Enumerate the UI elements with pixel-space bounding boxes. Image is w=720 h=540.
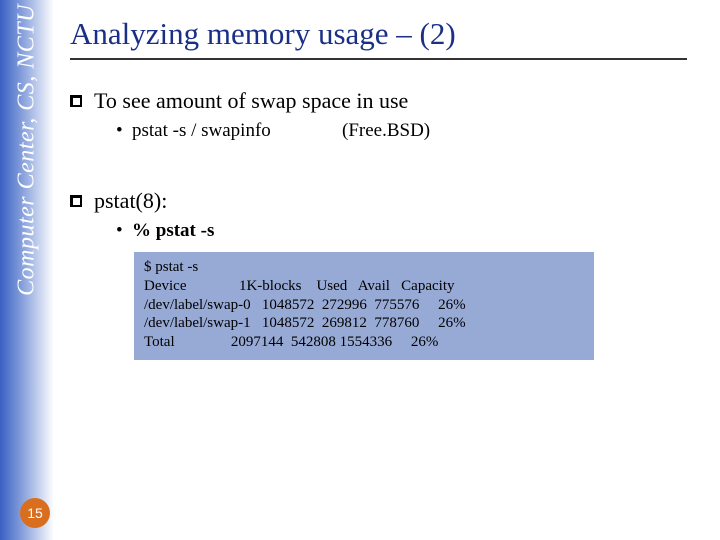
sub-bullet-pstat-swapinfo: • pstat -s / swapinfo (Free.BSD)	[116, 120, 700, 142]
bullet-swap-space: To see amount of swap space in use	[70, 88, 700, 114]
bullet-text: To see amount of swap space in use	[94, 88, 408, 113]
title-underline	[70, 58, 687, 60]
slide-title: Analyzing memory usage – (2)	[70, 16, 700, 52]
bullet-pstat8: pstat(8):	[70, 188, 700, 214]
slide-content: Analyzing memory usage – (2) To see amou…	[70, 0, 720, 360]
code-prompt-line: $ pstat -s	[144, 259, 198, 275]
code-row: /dev/label/swap-1 1048572 269812 778760 …	[144, 315, 466, 331]
code-header-line: Device 1K-blocks Used Avail Capacity	[144, 278, 455, 294]
sub-left: % pstat -s	[132, 220, 342, 242]
sub-right: (Free.BSD)	[342, 120, 430, 142]
slide-number: 15	[27, 505, 43, 521]
slide-number-badge: 15	[20, 498, 50, 528]
code-row: /dev/label/swap-0 1048572 272996 775576 …	[144, 297, 466, 313]
sub-left: pstat -s / swapinfo	[132, 120, 342, 142]
bullet-text: pstat(8):	[94, 188, 167, 213]
bullet-dot-icon: •	[116, 220, 132, 242]
terminal-output-block: $ pstat -s Device 1K-blocks Used Avail C…	[134, 252, 594, 360]
sidebar-institution-label: Computer Center, CS, NCTU	[14, 4, 41, 296]
code-row: Total 2097144 542808 1554336 26%	[144, 334, 438, 350]
sub-bullet-pstat-s: • % pstat -s	[116, 220, 700, 242]
sidebar-gradient: Computer Center, CS, NCTU	[0, 0, 54, 540]
bullet-dot-icon: •	[116, 120, 132, 142]
